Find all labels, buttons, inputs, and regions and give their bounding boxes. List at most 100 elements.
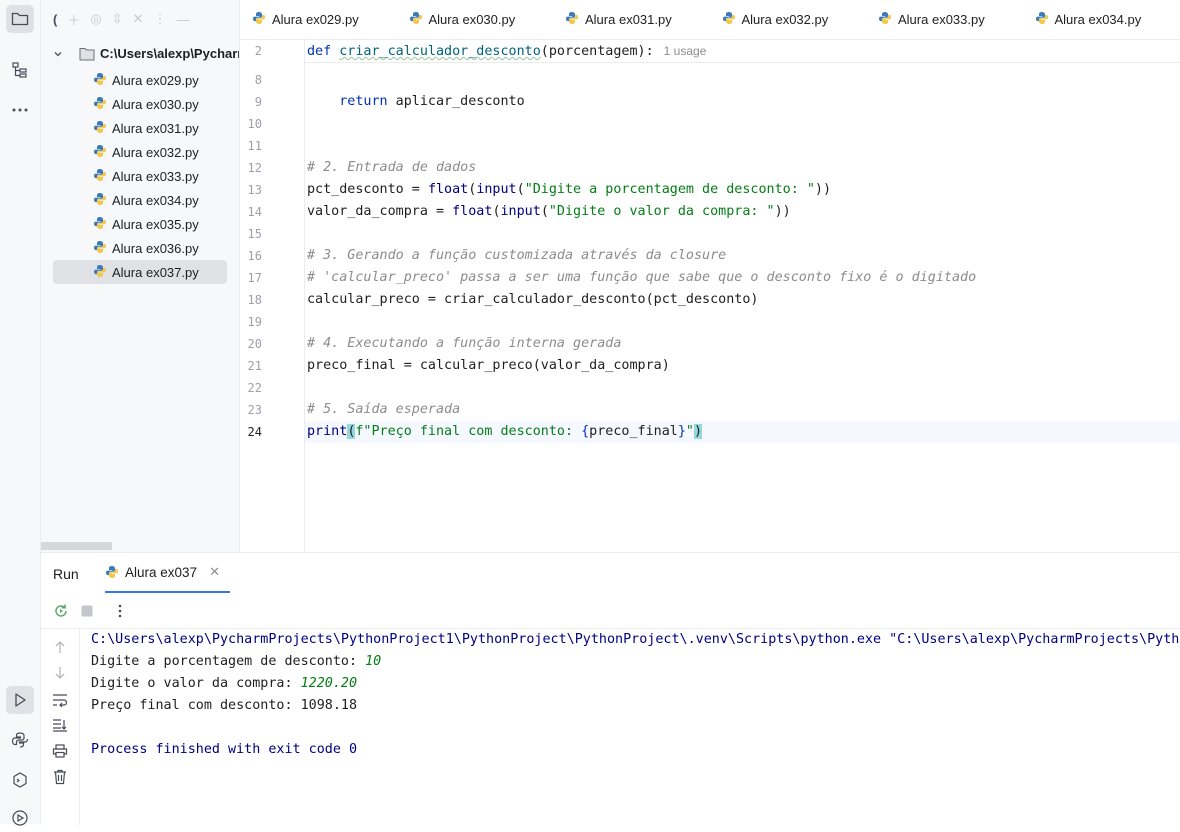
python-file-icon: [565, 11, 579, 28]
brace: {: [581, 424, 590, 439]
line-number: 18: [247, 293, 262, 307]
scroll-to-end-icon[interactable]: [50, 715, 70, 735]
user-input: 1220.20: [300, 676, 358, 691]
arrow-up-icon[interactable]: [50, 637, 70, 657]
project-file-item[interactable]: Alura ex032.py: [53, 140, 227, 164]
horizontal-scrollbar[interactable]: [41, 542, 112, 550]
structure-icon[interactable]: [6, 56, 34, 84]
project-file-item[interactable]: Alura ex033.py: [53, 164, 227, 188]
python-packages-icon[interactable]: [6, 726, 34, 754]
project-file-item[interactable]: Alura ex031.py: [53, 116, 227, 140]
project-file-item[interactable]: Alura ex036.py: [53, 236, 227, 260]
project-root[interactable]: C:\Users\alexp\Pycharm: [53, 46, 239, 61]
collapse-icon[interactable]: ✕: [133, 11, 144, 27]
options-icon[interactable]: ⋮: [154, 11, 167, 27]
add-icon[interactable]: ＋: [67, 10, 80, 29]
code-line-17: # 'calcular_preco' passa a ser uma funçã…: [307, 270, 977, 285]
line-number-gutter: 2 8 9 10 11 12 13 14 15 16 17 18 19 20 21 22 23 24: [240, 40, 305, 552]
code-line-13: pct_desconto = float(input("Digite a por…: [307, 179, 831, 201]
editor-tab-label: Alura ex032.py: [741, 12, 829, 27]
brace: }: [677, 424, 686, 439]
editor-tab-label: Alura ex029.py: [272, 12, 359, 27]
editor-tab[interactable]: Alura ex029.py: [252, 0, 359, 39]
prompt-text: Digite o valor da compra:: [91, 676, 301, 691]
line-number: 19: [247, 315, 262, 329]
print-call: print: [307, 424, 348, 439]
console-command-line: C:\Users\alexp\PycharmProjects\PythonPro…: [91, 632, 1180, 647]
editor-tab[interactable]: Alura ex032.py: [722, 0, 829, 39]
sticky-header[interactable]: def criar_calculador_desconto(porcentage…: [305, 40, 1180, 63]
code-line-16: # 3. Gerando a função customizada atravé…: [307, 248, 727, 263]
more-options-icon[interactable]: [110, 601, 130, 621]
run-tool-icon[interactable]: [6, 686, 34, 714]
line-number: 15: [247, 227, 262, 241]
trash-icon[interactable]: [50, 767, 70, 787]
rerun-icon[interactable]: [51, 601, 71, 621]
project-file-label: Alura ex030.py: [112, 96, 199, 112]
python-console-icon[interactable]: [6, 766, 34, 794]
python-file-icon: [93, 96, 107, 113]
run-title: Run: [53, 566, 79, 582]
arrow-down-icon[interactable]: [50, 663, 70, 683]
print-icon[interactable]: [50, 741, 70, 761]
editor-tab[interactable]: Alura ex031.py: [565, 0, 672, 39]
project-file-item[interactable]: Alura ex030.py: [53, 92, 227, 116]
console-line-prompt1: Digite a porcentagem de desconto: 10: [91, 651, 381, 673]
editor-tab[interactable]: Alura ex033.py: [878, 0, 985, 39]
function-params: (porcentagem):: [540, 44, 654, 59]
console-line-finished: Process finished with exit code 0: [91, 742, 358, 757]
chevron-down-icon[interactable]: [53, 49, 63, 59]
paren: (: [516, 182, 525, 197]
function-name: criar_calculador_desconto: [339, 44, 541, 59]
editor-tab[interactable]: Alura ex030.py: [409, 0, 515, 39]
paren: )): [814, 182, 832, 197]
close-icon[interactable]: ✕: [209, 564, 220, 580]
more-tools-icon[interactable]: [6, 96, 34, 124]
string-literal: "Digite o valor da compra: ": [548, 204, 775, 219]
code-line-24: print(f"Preço final com desconto: {preco…: [307, 421, 703, 443]
project-file-label: Alura ex037.py: [112, 264, 199, 280]
editor-tab-label: Alura ex033.py: [898, 12, 985, 27]
hide-icon[interactable]: —: [177, 12, 190, 27]
console-output[interactable]: C:\Users\alexp\PycharmProjects\PythonPro…: [91, 628, 1180, 825]
project-file-label: Alura ex036.py: [112, 240, 199, 256]
python-file-icon: [1035, 11, 1049, 28]
assign-pct: pct_desconto =: [307, 182, 428, 197]
project-file-item[interactable]: Alura ex037.py: [53, 260, 227, 284]
line-number: 22: [247, 381, 262, 395]
python-file-icon: [93, 168, 107, 185]
services-icon[interactable]: [6, 804, 34, 832]
line-number: 16: [247, 249, 262, 263]
python-file-icon: [409, 11, 423, 28]
console-line-prompt2: Digite o valor da compra: 1220.20: [91, 673, 357, 695]
run-tab[interactable]: Alura ex037 ✕: [105, 553, 230, 593]
paren: (: [492, 204, 501, 219]
project-file-item[interactable]: Alura ex034.py: [53, 188, 227, 212]
python-file-icon: [93, 240, 107, 257]
line-number: 14: [247, 205, 262, 219]
python-file-icon: [93, 264, 107, 281]
line-number: 21: [247, 359, 262, 373]
soft-wrap-icon[interactable]: [50, 690, 70, 710]
sticky-function-line: def criar_calculador_desconto(porcentage…: [307, 40, 706, 62]
code-editor[interactable]: def criar_calculador_desconto(porcentage…: [305, 40, 1180, 552]
paren: )): [774, 204, 791, 219]
expand-icon[interactable]: ⇳: [112, 11, 123, 27]
line-number: 10: [247, 117, 262, 131]
project-file-item[interactable]: Alura ex035.py: [53, 212, 227, 236]
line-number: 12: [247, 161, 262, 175]
project-file-item[interactable]: Alura ex029.py: [53, 68, 227, 92]
float-call: float: [427, 182, 469, 197]
editor-tab[interactable]: Alura ex034.py: [1035, 0, 1141, 39]
stop-icon[interactable]: [77, 601, 97, 621]
float-call: float: [452, 204, 493, 219]
project-folder-icon[interactable]: [6, 5, 34, 33]
python-file-icon: [93, 144, 107, 161]
usage-hint[interactable]: 1 usage: [664, 44, 707, 58]
line-number: 20: [247, 337, 262, 351]
code-line-14: valor_da_compra = float(input("Digite o …: [307, 201, 791, 223]
prompt-text: Digite a porcentagem de desconto:: [91, 654, 366, 669]
locate-icon[interactable]: ◎: [90, 11, 101, 27]
code-line-21: preco_final = calcular_preco(valor_da_co…: [307, 358, 670, 373]
return-keyword: return: [339, 94, 388, 109]
